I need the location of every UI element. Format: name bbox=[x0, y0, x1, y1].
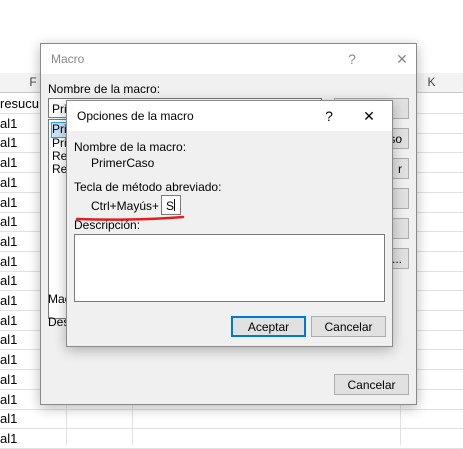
macro-dialog-titlebar[interactable]: Macro ? ✕ bbox=[41, 44, 416, 74]
options-cancel-button[interactable]: Cancelar bbox=[311, 316, 386, 337]
sheet-cell[interactable]: al1 bbox=[0, 390, 44, 410]
sheet-cell[interactable]: al1 bbox=[0, 409, 44, 430]
sheet-cell[interactable]: al1 bbox=[0, 252, 44, 272]
shortcut-prefix: Ctrl+Mayús+ bbox=[91, 199, 160, 213]
options-macro-name-label: Nombre de la macro: bbox=[74, 140, 187, 154]
sheet-cell[interactable]: al1 bbox=[0, 173, 44, 193]
cancel-button[interactable]: Cancelar bbox=[334, 374, 409, 395]
sheet-cell[interactable]: al1 bbox=[0, 133, 44, 154]
sheet-cell[interactable]: al1 bbox=[0, 311, 44, 331]
macro-options-dialog: Opciones de la macro ? ✕ Nombre de la ma… bbox=[66, 100, 393, 347]
shortcut-label: Tecla de método abreviado: bbox=[74, 180, 222, 194]
text-cursor bbox=[174, 199, 175, 211]
sheet-cell[interactable]: al1 bbox=[0, 153, 44, 174]
shortcut-key-input[interactable]: S bbox=[161, 195, 181, 215]
close-icon[interactable]: ✕ bbox=[360, 107, 378, 125]
grid-line bbox=[44, 408, 463, 410]
sheet-cell[interactable]: al1 bbox=[0, 193, 44, 213]
help-icon[interactable]: ? bbox=[320, 107, 338, 125]
sheet-cell[interactable]: al1 bbox=[0, 291, 44, 311]
options-dialog-title: Opciones de la macro bbox=[77, 109, 194, 123]
sheet-cell[interactable]: al1 bbox=[0, 370, 44, 390]
sheet-cell[interactable]: al1 bbox=[0, 330, 44, 351]
sheet-cell[interactable]: al1 bbox=[0, 350, 44, 371]
grid-line bbox=[44, 428, 463, 430]
close-icon[interactable]: ✕ bbox=[393, 50, 411, 68]
sheet-cell[interactable]: al1 bbox=[0, 271, 44, 292]
accept-button[interactable]: Aceptar bbox=[231, 316, 306, 337]
options-dialog-titlebar[interactable]: Opciones de la macro ? ✕ bbox=[67, 101, 392, 131]
macro-dialog-title: Macro bbox=[51, 52, 85, 66]
options-macro-name-value: PrimerCaso bbox=[91, 156, 155, 170]
sheet-cell[interactable]: al1 bbox=[0, 429, 44, 449]
sheet-cell[interactable]: al1 bbox=[0, 232, 44, 252]
sheet-cell[interactable]: al1 bbox=[0, 212, 44, 233]
help-icon[interactable]: ? bbox=[343, 50, 361, 68]
sheet-cell[interactable]: al1 bbox=[0, 114, 44, 134]
description-textarea[interactable] bbox=[74, 234, 385, 302]
macro-name-label: Nombre de la macro: bbox=[48, 82, 161, 96]
sheet-cell[interactable]: resucu bbox=[0, 94, 44, 114]
options-description-label: Descripción: bbox=[74, 218, 141, 232]
